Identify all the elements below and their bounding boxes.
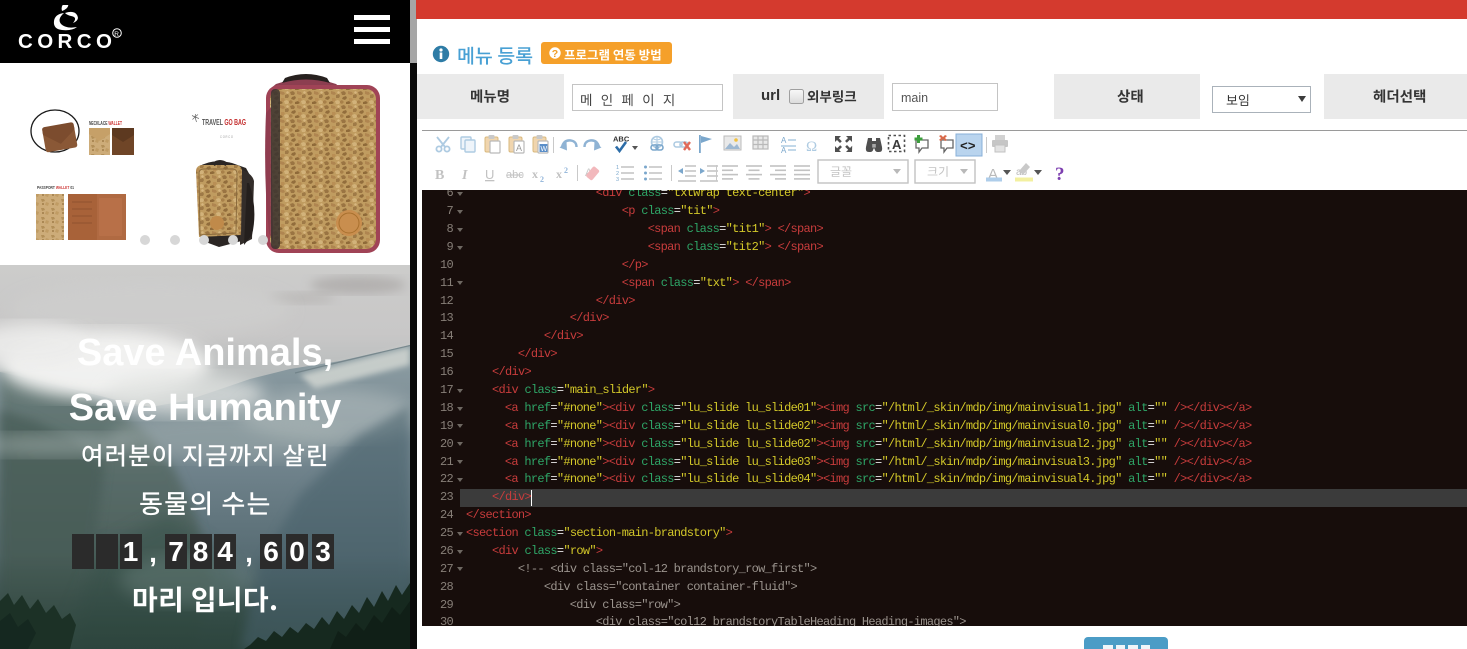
- svg-text:2: 2: [564, 166, 568, 175]
- svg-text:PASSPORT WALLET 01: PASSPORT WALLET 01: [37, 185, 74, 191]
- svg-text:3: 3: [616, 177, 619, 183]
- svg-text:CORCO: CORCO: [18, 30, 116, 53]
- svg-text:abc: abc: [506, 169, 524, 181]
- svg-text:W: W: [541, 146, 548, 153]
- svg-text:C O R C O: C O R C O: [220, 135, 233, 139]
- svg-text:B: B: [435, 168, 444, 183]
- svg-text:?: ?: [1055, 164, 1065, 185]
- svg-text:<>: <>: [960, 139, 976, 154]
- svg-text:ABC: ABC: [613, 135, 630, 144]
- svg-text:Ω: Ω: [806, 139, 817, 155]
- svg-text:?: ?: [552, 48, 558, 60]
- svg-text:U: U: [485, 167, 494, 182]
- svg-text:R: R: [114, 31, 119, 38]
- svg-text:A: A: [516, 143, 522, 153]
- svg-text:A: A: [781, 146, 787, 155]
- svg-text:x: x: [532, 167, 538, 181]
- svg-text:A: A: [892, 137, 902, 152]
- svg-text:2: 2: [540, 175, 544, 184]
- svg-text:NECKLACE WALLET: NECKLACE WALLET: [89, 121, 122, 127]
- svg-text:TRAVEL GO BAG: TRAVEL GO BAG: [202, 118, 246, 127]
- svg-text:I: I: [461, 168, 468, 183]
- svg-text:A: A: [781, 136, 787, 145]
- svg-text:x: x: [556, 167, 562, 181]
